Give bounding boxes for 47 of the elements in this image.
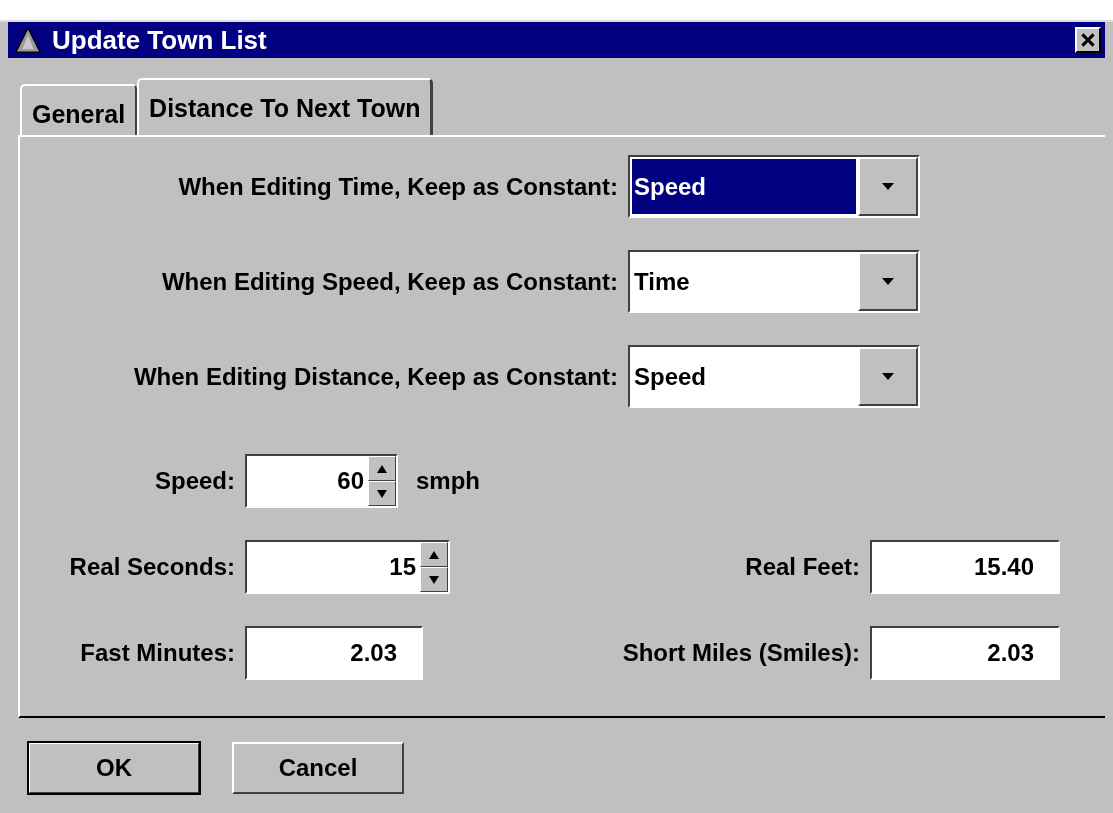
field-label: Speed: bbox=[154, 467, 236, 495]
field-value: 15.40 bbox=[973, 553, 1035, 581]
field-label: Short Miles (Smiles): bbox=[621, 639, 861, 667]
field-label: Fast Minutes: bbox=[79, 639, 236, 667]
field-value: 2.03 bbox=[350, 639, 398, 667]
spin-up-button[interactable] bbox=[420, 542, 448, 567]
field-label: When Editing Speed, Keep as Constant: bbox=[160, 267, 619, 296]
text-field[interactable]: 2.03 bbox=[245, 626, 423, 680]
up-arrow-icon bbox=[429, 550, 439, 559]
dropdown[interactable]: Time bbox=[628, 250, 920, 313]
spin-up-button[interactable] bbox=[368, 456, 396, 481]
field-label: Real Seconds: bbox=[68, 553, 236, 581]
dropdown-button[interactable] bbox=[858, 157, 918, 216]
text-field[interactable]: 15.40 bbox=[870, 540, 1060, 594]
close-button[interactable] bbox=[1075, 27, 1101, 53]
down-arrow-icon bbox=[377, 489, 387, 498]
dropdown-button[interactable] bbox=[858, 252, 918, 311]
spinner-field[interactable]: 15 bbox=[245, 540, 450, 594]
dialog-button[interactable]: OK bbox=[28, 742, 200, 794]
spinner-field[interactable]: 60 bbox=[245, 454, 398, 508]
caret-icon bbox=[882, 372, 894, 381]
tab[interactable]: Distance To Next Town bbox=[137, 78, 434, 135]
tab[interactable]: General bbox=[20, 84, 138, 135]
dropdown-value: Speed bbox=[633, 361, 708, 392]
field-value: 2.03 bbox=[987, 639, 1035, 667]
spin-down-button[interactable] bbox=[420, 567, 448, 592]
caret-icon bbox=[882, 277, 894, 286]
dropdown-value: Speed bbox=[632, 159, 856, 214]
field-label: When Editing Distance, Keep as Constant: bbox=[132, 362, 619, 391]
down-arrow-icon bbox=[429, 575, 439, 584]
triangle-icon bbox=[14, 26, 42, 54]
close-icon bbox=[1079, 31, 1097, 49]
field-label: When Editing Time, Keep as Constant: bbox=[177, 172, 619, 201]
dropdown-value: Time bbox=[633, 266, 691, 297]
spin-down-button[interactable] bbox=[368, 481, 396, 506]
dialog-button[interactable]: Cancel bbox=[232, 742, 404, 794]
dropdown-button[interactable] bbox=[858, 347, 918, 406]
field-label: Real Feet: bbox=[744, 553, 861, 581]
unit-label: smph bbox=[416, 467, 480, 495]
text-field[interactable]: 2.03 bbox=[870, 626, 1060, 680]
field-value: 60 bbox=[337, 467, 365, 495]
field-value: 15 bbox=[389, 553, 417, 581]
caret-icon bbox=[882, 182, 894, 191]
window-title: Update Town List bbox=[52, 24, 268, 56]
dropdown[interactable]: Speed bbox=[628, 345, 920, 408]
dropdown[interactable]: Speed bbox=[628, 155, 920, 218]
up-arrow-icon bbox=[377, 464, 387, 473]
